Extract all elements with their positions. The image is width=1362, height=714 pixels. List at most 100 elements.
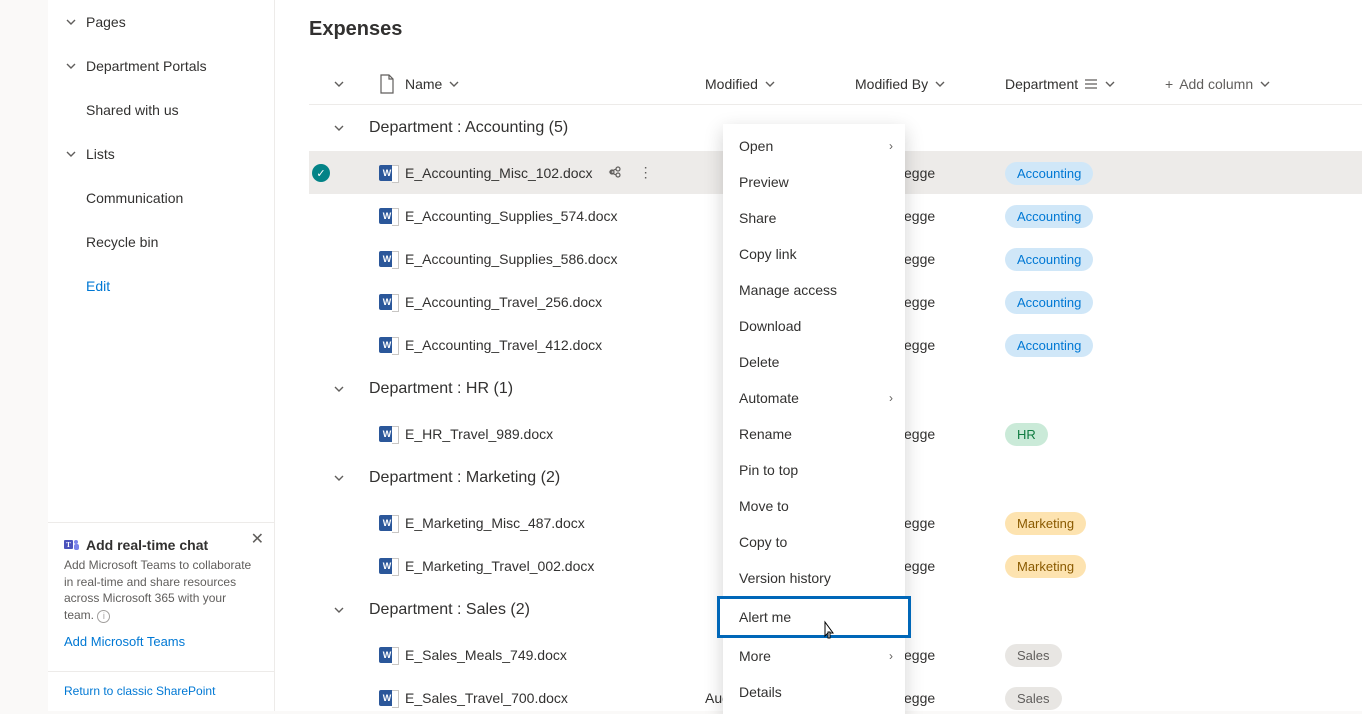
group-label: Department : Marketing (2) — [369, 469, 560, 487]
nav-item-shared-with-us[interactable]: Shared with us — [48, 88, 274, 132]
menu-item-label: Open — [739, 138, 773, 154]
svg-text:T: T — [66, 541, 71, 549]
menu-item-delete[interactable]: Delete — [723, 344, 905, 380]
menu-item-details[interactable]: Details — [723, 674, 905, 710]
nav-item-pages[interactable]: Pages — [48, 0, 274, 44]
file-name[interactable]: E_HR_Travel_989.docx — [405, 426, 553, 442]
menu-item-share[interactable]: Share — [723, 200, 905, 236]
file-name[interactable]: E_Marketing_Misc_487.docx — [405, 515, 585, 531]
name-column-header[interactable]: Name — [405, 76, 705, 92]
department-tag: Accounting — [1005, 248, 1093, 271]
promo-desc: Add Microsoft Teams to collaborate in re… — [64, 557, 256, 624]
group-label: Department : HR (1) — [369, 380, 513, 398]
chevron-down-icon — [1259, 78, 1271, 90]
chevron-down-icon — [64, 148, 78, 160]
menu-item-label: Manage access — [739, 282, 837, 298]
nav-item-lists[interactable]: Lists — [48, 132, 274, 176]
chevron-down-icon — [448, 78, 460, 90]
chevron-right-icon: › — [889, 139, 893, 153]
sidebar-nav: Pages Department Portals Shared with us Lis… — [48, 0, 275, 711]
file-name[interactable]: E_Accounting_Supplies_574.docx — [405, 208, 618, 224]
nav-item-department-portals[interactable]: Department Portals — [48, 44, 274, 88]
chevron-down-icon — [333, 78, 345, 90]
word-file-icon: W — [379, 558, 395, 574]
menu-item-rename[interactable]: Rename — [723, 416, 905, 452]
file-name[interactable]: E_Accounting_Travel_256.docx — [405, 294, 602, 310]
expand-all-toggle[interactable] — [309, 78, 369, 90]
file-type-column[interactable] — [369, 74, 405, 94]
menu-item-label: Copy link — [739, 246, 797, 262]
word-file-icon: W — [379, 294, 395, 310]
nav-item-label: Department Portals — [86, 58, 207, 74]
menu-item-label: Pin to top — [739, 462, 798, 478]
nav-item-communication[interactable]: Communication — [48, 176, 274, 220]
menu-item-move-to[interactable]: Move to — [723, 488, 905, 524]
close-icon[interactable]: ✕ — [251, 529, 264, 549]
nav-item-label: Recycle bin — [86, 234, 158, 250]
chevron-down-icon — [1104, 78, 1116, 90]
promo-title: T Add real-time chat — [64, 537, 256, 553]
nav-item-label: Lists — [86, 146, 115, 162]
department-tag: Accounting — [1005, 291, 1093, 314]
return-classic-link[interactable]: Return to classic SharePoint — [48, 671, 274, 711]
nav-item-label: Communication — [86, 190, 183, 206]
menu-item-more[interactable]: More› — [723, 638, 905, 674]
word-file-icon: W — [379, 165, 395, 181]
word-file-icon: W — [379, 690, 395, 706]
department-tag: Accounting — [1005, 162, 1093, 185]
document-icon — [379, 74, 395, 94]
menu-item-open[interactable]: Open › — [723, 128, 905, 164]
menu-item-copy-to[interactable]: Copy to — [723, 524, 905, 560]
menu-item-label: Rename — [739, 426, 792, 442]
menu-item-label: Move to — [739, 498, 789, 514]
file-name[interactable]: E_Marketing_Travel_002.docx — [405, 558, 594, 574]
file-name[interactable]: E_Accounting_Supplies_586.docx — [405, 251, 618, 267]
menu-item-label: Preview — [739, 174, 789, 190]
nav-item-label: Shared with us — [86, 102, 179, 118]
menu-item-download[interactable]: Download — [723, 308, 905, 344]
chevron-down-icon — [64, 16, 78, 28]
file-name[interactable]: E_Accounting_Misc_102.docx — [405, 165, 593, 181]
group-label: Department : Sales (2) — [369, 601, 530, 619]
menu-item-manage-access[interactable]: Manage access — [723, 272, 905, 308]
chevron-right-icon: › — [889, 649, 893, 663]
column-header-row: Name Modified Modified By Department + A… — [309, 63, 1362, 105]
department-tag: Accounting — [1005, 334, 1093, 357]
file-name[interactable]: E_Accounting_Travel_412.docx — [405, 337, 602, 353]
word-file-icon: W — [379, 208, 395, 224]
menu-item-label: Share — [739, 210, 776, 226]
add-column-button[interactable]: + Add column — [1165, 76, 1271, 92]
share-icon[interactable] — [605, 164, 621, 183]
chevron-down-icon — [309, 472, 369, 484]
modifiedby-column-header[interactable]: Modified By — [855, 76, 1005, 92]
file-name[interactable]: E_Sales_Travel_700.docx — [405, 690, 568, 706]
menu-item-label: Delete — [739, 354, 779, 370]
menu-item-label: Automate — [739, 390, 799, 406]
department-tag: Sales — [1005, 644, 1062, 667]
selected-check-icon[interactable]: ✓ — [312, 164, 330, 182]
department-tag: Marketing — [1005, 555, 1086, 578]
chevron-down-icon — [309, 122, 369, 134]
menu-item-copy-link[interactable]: Copy link — [723, 236, 905, 272]
chevron-down-icon — [309, 604, 369, 616]
file-name[interactable]: E_Sales_Meals_749.docx — [405, 647, 567, 663]
nav-edit-link[interactable]: Edit — [48, 264, 274, 308]
menu-item-pin-to-top[interactable]: Pin to top — [723, 452, 905, 488]
plus-icon: + — [1165, 76, 1173, 92]
menu-item-alert-me[interactable]: Alert me — [717, 596, 911, 638]
nav-item-label: Pages — [86, 14, 126, 30]
menu-item-label: Version history — [739, 570, 831, 586]
menu-item-version-history[interactable]: Version history — [723, 560, 905, 596]
nav-item-recycle-bin[interactable]: Recycle bin — [48, 220, 274, 264]
promo-card: ✕ T Add real-time chat Add Microsoft Tea… — [48, 522, 274, 663]
chevron-down-icon — [309, 383, 369, 395]
group-label: Department : Accounting (5) — [369, 119, 568, 137]
info-icon[interactable]: i — [97, 610, 110, 623]
menu-item-automate[interactable]: Automate› — [723, 380, 905, 416]
menu-item-preview[interactable]: Preview — [723, 164, 905, 200]
modified-column-header[interactable]: Modified — [705, 76, 855, 92]
group-by-icon — [1084, 78, 1098, 90]
department-column-header[interactable]: Department — [1005, 76, 1165, 92]
more-actions-icon[interactable]: ⋮ — [639, 164, 655, 183]
promo-cta-link[interactable]: Add Microsoft Teams — [64, 634, 185, 649]
